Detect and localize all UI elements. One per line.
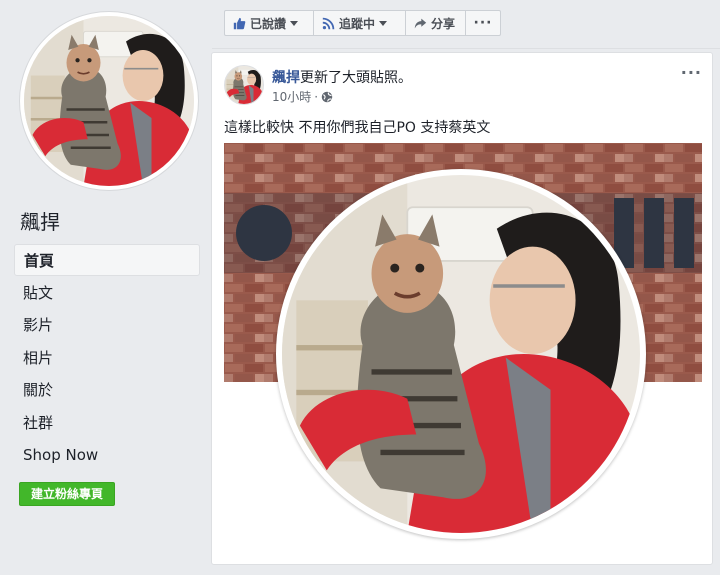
- thumbs-up-icon: [233, 17, 246, 29]
- page-action-bar: 已說讚 追蹤中 分享 ···: [224, 10, 501, 36]
- profile-photo-image: [24, 16, 194, 186]
- post-options-button[interactable]: ···: [681, 63, 702, 82]
- profile-picture-large[interactable]: [276, 169, 646, 539]
- chevron-down-icon: [379, 20, 388, 26]
- post-author-link[interactable]: 飆捍: [272, 70, 300, 86]
- sidebar-item-posts[interactable]: 貼文: [14, 277, 200, 309]
- page-title[interactable]: 飆捍: [20, 206, 60, 235]
- profile-photo-image: [282, 175, 640, 533]
- liked-label: 已說讚: [250, 16, 287, 31]
- header-divider: [212, 48, 720, 49]
- sidebar-item-about[interactable]: 關於: [14, 374, 200, 406]
- sidebar-item-community[interactable]: 社群: [14, 407, 200, 439]
- following-label: 追蹤中: [339, 16, 376, 31]
- sidebar-item-home[interactable]: 首頁: [14, 244, 200, 276]
- meta-separator: ·: [314, 89, 319, 104]
- post-timestamp[interactable]: 10小時: [272, 88, 311, 105]
- share-button[interactable]: 分享: [405, 10, 466, 36]
- sidebar-nav: 首頁 貼文 影片 相片 關於 社群 Shop Now: [14, 244, 200, 472]
- share-label: 分享: [431, 16, 456, 31]
- sidebar-item-videos[interactable]: 影片: [14, 309, 200, 341]
- post-text: 這樣比較快 不用你們我自己PO 支持蔡英文: [224, 120, 491, 136]
- post-header: 飆捍更新了大頭貼照。: [272, 67, 412, 87]
- post-card: 飆捍更新了大頭貼照。 10小時 · ··· 這樣比較快 不用你們我自己PO 支持…: [211, 52, 713, 565]
- profile-picture[interactable]: [20, 12, 198, 190]
- share-arrow-icon: [414, 18, 427, 28]
- create-page-button[interactable]: 建立粉絲專頁: [19, 482, 115, 506]
- post-meta: 10小時 ·: [272, 88, 333, 105]
- sidebar-item-photos[interactable]: 相片: [14, 342, 200, 374]
- following-button[interactable]: 追蹤中: [313, 10, 406, 36]
- post-action-text: 更新了大頭貼照。: [300, 70, 412, 86]
- liked-button[interactable]: 已說讚: [224, 10, 314, 36]
- globe-icon[interactable]: [321, 91, 333, 103]
- chevron-down-icon: [290, 20, 299, 26]
- post-author-avatar[interactable]: [224, 65, 264, 105]
- sidebar-item-shop-now[interactable]: Shop Now: [14, 439, 200, 471]
- rss-icon: [322, 17, 335, 29]
- left-sidebar: 飆捍 首頁 貼文 影片 相片 關於 社群 Shop Now 建立粉絲專頁: [0, 0, 212, 575]
- more-options-button[interactable]: ···: [465, 10, 501, 36]
